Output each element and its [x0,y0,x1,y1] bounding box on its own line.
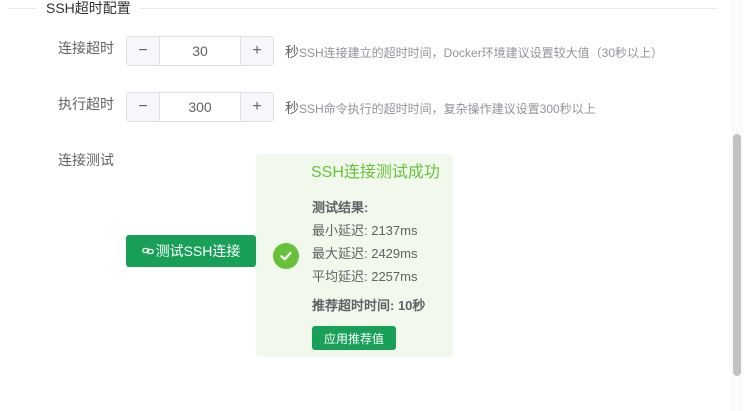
recommended-timeout: 推荐超时时间: 10秒 [312,298,426,313]
exec-timeout-hint: 秒SSH命令执行的超时时间，复杂操作建议设置300秒以上 [285,99,596,118]
connect-timeout-label: 连接超时 [58,40,114,56]
connect-timeout-description: SSH连接建立的超时时间，Docker环境建议设置较大值（30秒以上） [299,46,664,60]
connect-timeout-hint: 秒SSH连接建立的超时时间，Docker环境建议设置较大值（30秒以上） [285,43,663,62]
connect-timeout-decrease-button[interactable]: − [127,37,160,65]
test-ssh-connection-button[interactable]: 测试SSH连接 [126,235,256,267]
max-latency: 最大延迟: 2429ms [312,246,418,261]
result-heading: 测试结果: [312,200,369,215]
exec-timeout-unit: 秒 [285,100,299,116]
exec-timeout-stepper[interactable]: − 300 + [126,92,274,122]
result-title: SSH连接测试成功 [311,164,440,181]
chain-link-icon [141,247,154,255]
test-ssh-connection-label: 测试SSH连接 [155,243,241,259]
connect-timeout-increase-button[interactable]: + [240,37,273,65]
scrollbar-thumb[interactable] [733,134,741,376]
test-result-card: SSH连接测试成功 测试结果: 最小延迟: 2137ms 最大延迟: 2429m… [256,154,453,357]
exec-timeout-increase-button[interactable]: + [240,93,273,121]
min-latency: 最小延迟: 2137ms [312,223,418,238]
check-circle-icon [273,243,299,269]
connect-timeout-unit: 秒 [285,44,299,60]
apply-recommended-button[interactable]: 应用推荐值 [312,326,396,350]
connection-test-label: 连接测试 [58,152,114,168]
divider-left [8,8,36,9]
connect-timeout-input[interactable]: 30 [160,37,240,65]
exec-timeout-decrease-button[interactable]: − [127,93,160,121]
section-title: SSH超时配置 [46,0,131,16]
divider-right [140,8,718,9]
exec-timeout-label: 执行超时 [58,96,114,112]
exec-timeout-input[interactable]: 300 [160,93,240,121]
exec-timeout-description: SSH命令执行的超时时间，复杂操作建议设置300秒以上 [299,102,596,116]
connect-timeout-stepper[interactable]: − 30 + [126,36,274,66]
section-header: SSH超时配置 [0,0,718,18]
avg-latency: 平均延迟: 2257ms [312,269,418,284]
